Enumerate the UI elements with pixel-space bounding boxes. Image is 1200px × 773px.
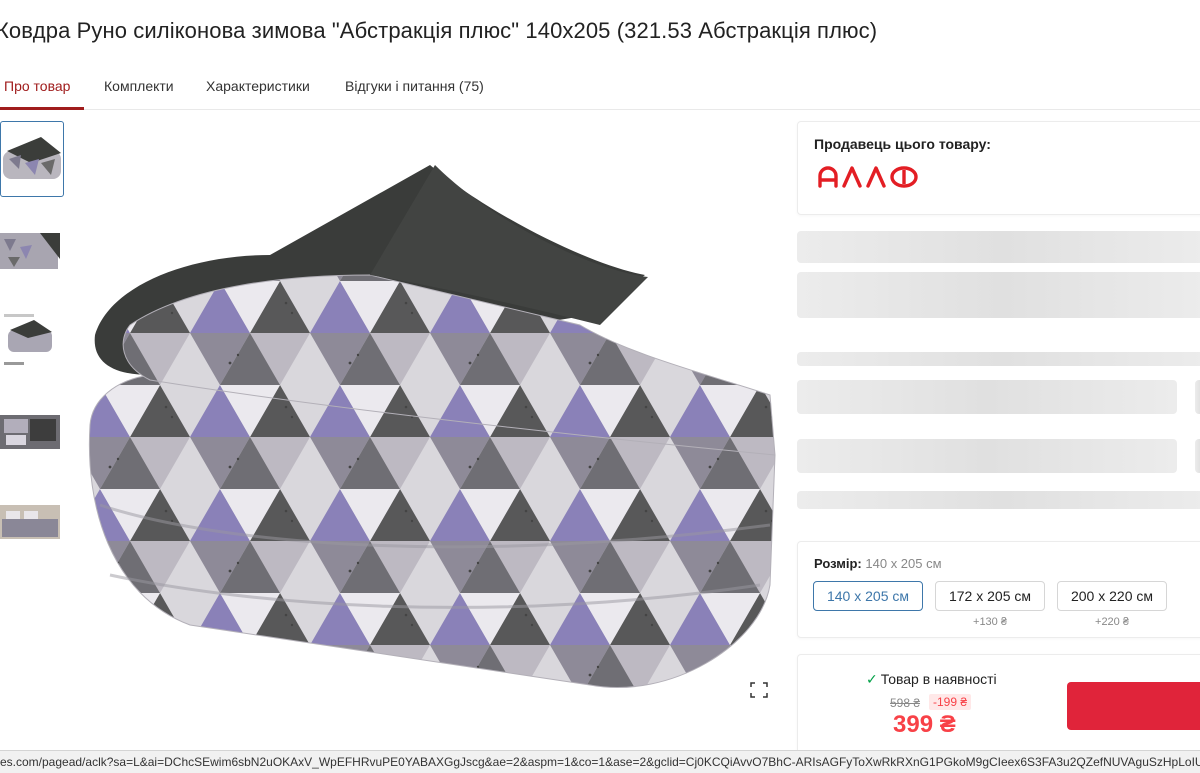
loading-placeholder — [797, 439, 1177, 473]
browser-status-url: es.com/pagead/aclk?sa=L&ai=DChcSEwim6sbN… — [0, 750, 1200, 773]
loading-placeholder — [1195, 380, 1200, 414]
stock-text: Товар в наявності — [880, 671, 997, 687]
loading-placeholder — [797, 380, 1177, 414]
tab-sets[interactable]: Комплекти — [104, 78, 174, 94]
gallery-thumbnail[interactable] — [0, 303, 64, 379]
size-option-200x220[interactable]: 200 x 220 см — [1057, 581, 1167, 611]
buy-button[interactable] — [1067, 682, 1200, 730]
product-tabs: Про товар Комплекти Характеристики Відгу… — [0, 66, 1200, 110]
size-label: Розмір: 140 x 205 см — [814, 556, 942, 571]
gallery-thumbnail[interactable] — [0, 121, 64, 197]
product-title: Ковдра Руно силіконова зимова "Абстракці… — [0, 18, 878, 43]
product-main-image[interactable] — [70, 125, 790, 725]
loading-placeholder — [1195, 439, 1200, 473]
tab-about[interactable]: Про товар — [4, 78, 70, 94]
size-selected-value: 140 x 205 см — [865, 556, 942, 571]
tab-characteristics[interactable]: Характеристики — [206, 78, 310, 94]
loading-placeholder — [797, 352, 1200, 366]
size-option-surcharge: +130 ₴ — [973, 616, 1007, 628]
gallery-thumbnail[interactable] — [0, 393, 64, 469]
tab-reviews[interactable]: Відгуки і питання (75) — [345, 78, 484, 94]
active-tab-indicator — [0, 107, 84, 110]
currency-symbol: ₴ — [939, 711, 956, 738]
loading-placeholder — [797, 491, 1200, 509]
loading-placeholder — [797, 272, 1200, 318]
size-option-surcharge: +220 ₴ — [1095, 616, 1129, 628]
size-selector-card: Розмір: 140 x 205 см 140 x 205 см 172 x … — [797, 541, 1200, 638]
current-price: 399 ₴ — [893, 711, 956, 739]
check-icon: ✓ — [866, 671, 878, 687]
loading-placeholder — [797, 231, 1200, 263]
seller-logo[interactable] — [818, 164, 922, 190]
size-option-172x205[interactable]: 172 x 205 см — [935, 581, 1045, 611]
seller-card: Продавець цього товару: — [797, 121, 1200, 215]
stock-status: ✓ Товар в наявності — [866, 671, 997, 688]
size-option-140x205[interactable]: 140 x 205 см — [813, 581, 923, 611]
buy-card: ✓ Товар в наявності 598 ₴ -199 ₴ 399 ₴ — [797, 654, 1200, 754]
gallery-thumbnail[interactable] — [0, 483, 64, 559]
discount-badge: -199 ₴ — [929, 694, 972, 710]
old-price: 598 ₴ — [890, 696, 921, 710]
gallery-thumbnail[interactable] — [0, 213, 64, 289]
seller-label: Продавець цього товару: — [814, 136, 991, 152]
price-value: 399 — [893, 711, 934, 738]
fullscreen-icon[interactable] — [750, 682, 768, 698]
